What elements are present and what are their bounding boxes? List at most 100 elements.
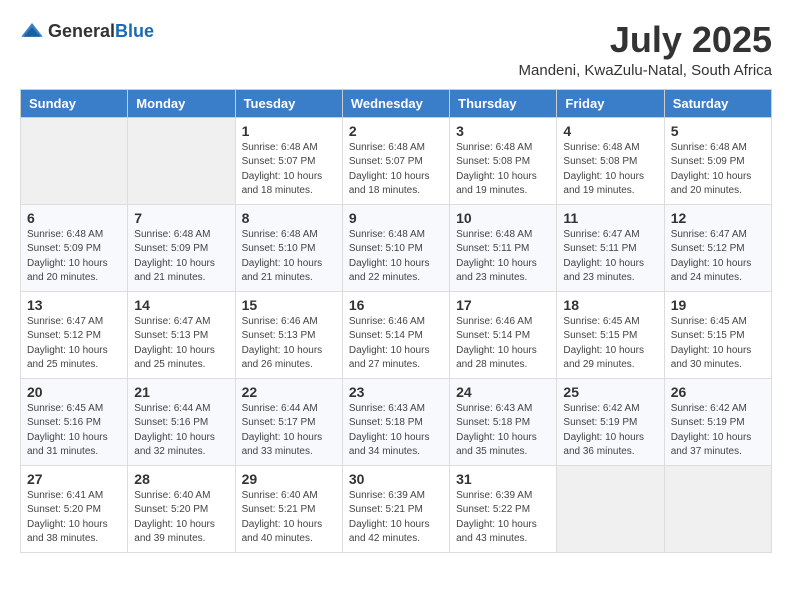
day-info: Sunrise: 6:46 AM Sunset: 5:14 PM Dayligh… — [349, 315, 443, 373]
weekday-header-cell: Wednesday — [342, 89, 449, 117]
day-number: 12 — [671, 210, 765, 226]
calendar-day-cell: 31 Sunrise: 6:39 AM Sunset: 5:22 PM Dayli… — [450, 465, 557, 552]
weekday-header-cell: Sunday — [21, 89, 128, 117]
page-header: GeneralBlue July 2025 Mandeni, KwaZulu-N… — [20, 20, 772, 79]
logo-text-blue: Blue — [115, 21, 154, 41]
calendar-table: SundayMondayTuesdayWednesdayThursdayFrid… — [20, 89, 772, 553]
day-number: 1 — [242, 123, 336, 139]
day-info: Sunrise: 6:42 AM Sunset: 5:19 PM Dayligh… — [671, 402, 765, 460]
calendar-week-row: 20 Sunrise: 6:45 AM Sunset: 5:16 PM Dayli… — [21, 378, 772, 465]
calendar-day-cell: 2Sunrise: 6:48 AM Sunset: 5:07 PM Daylig… — [342, 117, 449, 204]
weekday-header-cell: Friday — [557, 89, 664, 117]
day-number: 25 — [563, 384, 657, 400]
day-info: Sunrise: 6:45 AM Sunset: 5:15 PM Dayligh… — [563, 315, 657, 373]
calendar-week-row: 27 Sunrise: 6:41 AM Sunset: 5:20 PM Dayli… — [21, 465, 772, 552]
day-info: Sunrise: 6:43 AM Sunset: 5:18 PM Dayligh… — [349, 402, 443, 460]
day-info: Sunrise: 6:47 AM Sunset: 5:12 PM Dayligh… — [671, 228, 765, 286]
day-number: 16 — [349, 297, 443, 313]
day-info: Sunrise: 6:45 AM Sunset: 5:15 PM Dayligh… — [671, 315, 765, 373]
calendar-day-cell: 21 Sunrise: 6:44 AM Sunset: 5:16 PM Dayli… — [128, 378, 235, 465]
logo-text-general: General — [48, 21, 115, 41]
calendar-day-cell: 22 Sunrise: 6:44 AM Sunset: 5:17 PM Dayli… — [235, 378, 342, 465]
day-info: Sunrise: 6:47 AM Sunset: 5:11 PM Dayligh… — [563, 228, 657, 286]
calendar-day-cell: 29Sunrise: 6:40 AM Sunset: 5:21 PM Dayli… — [235, 465, 342, 552]
calendar-day-cell: 3 Sunrise: 6:48 AM Sunset: 5:08 PM Daylig… — [450, 117, 557, 204]
day-info: Sunrise: 6:48 AM Sunset: 5:10 PM Dayligh… — [349, 228, 443, 286]
calendar-day-cell: 7 Sunrise: 6:48 AM Sunset: 5:09 PM Daylig… — [128, 204, 235, 291]
day-number: 8 — [242, 210, 336, 226]
day-number: 17 — [456, 297, 550, 313]
day-info: Sunrise: 6:48 AM Sunset: 5:07 PM Dayligh… — [349, 141, 443, 199]
day-number: 10 — [456, 210, 550, 226]
location-title: Mandeni, KwaZulu-Natal, South Africa — [519, 62, 772, 79]
calendar-day-cell — [664, 465, 771, 552]
calendar-day-cell — [128, 117, 235, 204]
calendar-day-cell: 15 Sunrise: 6:46 AM Sunset: 5:13 PM Dayli… — [235, 291, 342, 378]
day-info: Sunrise: 6:39 AM Sunset: 5:22 PM Dayligh… — [456, 489, 550, 547]
day-number: 20 — [27, 384, 121, 400]
calendar-week-row: 1 Sunrise: 6:48 AM Sunset: 5:07 PM Daylig… — [21, 117, 772, 204]
day-number: 15 — [242, 297, 336, 313]
calendar-day-cell: 26 Sunrise: 6:42 AM Sunset: 5:19 PM Dayli… — [664, 378, 771, 465]
day-number: 21 — [134, 384, 228, 400]
day-info: Sunrise: 6:43 AM Sunset: 5:18 PM Dayligh… — [456, 402, 550, 460]
calendar-day-cell: 11 Sunrise: 6:47 AM Sunset: 5:11 PM Dayli… — [557, 204, 664, 291]
weekday-header-cell: Monday — [128, 89, 235, 117]
day-info: Sunrise: 6:46 AM Sunset: 5:14 PM Dayligh… — [456, 315, 550, 373]
day-info: Sunrise: 6:48 AM Sunset: 5:09 PM Dayligh… — [134, 228, 228, 286]
day-number: 6 — [27, 210, 121, 226]
day-info: Sunrise: 6:40 AM Sunset: 5:20 PM Dayligh… — [134, 489, 228, 547]
weekday-header-row: SundayMondayTuesdayWednesdayThursdayFrid… — [21, 89, 772, 117]
day-number: 4 — [563, 123, 657, 139]
day-number: 24 — [456, 384, 550, 400]
day-number: 5 — [671, 123, 765, 139]
day-info: Sunrise: 6:48 AM Sunset: 5:08 PM Dayligh… — [563, 141, 657, 199]
day-number: 18 — [563, 297, 657, 313]
day-info: Sunrise: 6:46 AM Sunset: 5:13 PM Dayligh… — [242, 315, 336, 373]
calendar-week-row: 6 Sunrise: 6:48 AM Sunset: 5:09 PM Daylig… — [21, 204, 772, 291]
day-number: 3 — [456, 123, 550, 139]
day-info: Sunrise: 6:48 AM Sunset: 5:08 PM Dayligh… — [456, 141, 550, 199]
day-number: 31 — [456, 471, 550, 487]
calendar-day-cell: 8 Sunrise: 6:48 AM Sunset: 5:10 PM Daylig… — [235, 204, 342, 291]
day-info: Sunrise: 6:42 AM Sunset: 5:19 PM Dayligh… — [563, 402, 657, 460]
calendar-day-cell: 9Sunrise: 6:48 AM Sunset: 5:10 PM Daylig… — [342, 204, 449, 291]
day-number: 28 — [134, 471, 228, 487]
calendar-day-cell: 5 Sunrise: 6:48 AM Sunset: 5:09 PM Daylig… — [664, 117, 771, 204]
day-info: Sunrise: 6:48 AM Sunset: 5:09 PM Dayligh… — [671, 141, 765, 199]
day-number: 22 — [242, 384, 336, 400]
day-number: 11 — [563, 210, 657, 226]
weekday-header-cell: Thursday — [450, 89, 557, 117]
day-info: Sunrise: 6:41 AM Sunset: 5:20 PM Dayligh… — [27, 489, 121, 547]
day-number: 30 — [349, 471, 443, 487]
day-info: Sunrise: 6:48 AM Sunset: 5:10 PM Dayligh… — [242, 228, 336, 286]
day-number: 14 — [134, 297, 228, 313]
calendar-day-cell: 1Sunrise: 6:48 AM Sunset: 5:07 PM Daylig… — [235, 117, 342, 204]
title-area: July 2025 Mandeni, KwaZulu-Natal, South … — [519, 20, 772, 79]
calendar-day-cell: 4 Sunrise: 6:48 AM Sunset: 5:08 PM Daylig… — [557, 117, 664, 204]
logo: GeneralBlue — [20, 20, 154, 44]
calendar-day-cell: 19 Sunrise: 6:45 AM Sunset: 5:15 PM Dayli… — [664, 291, 771, 378]
day-info: Sunrise: 6:44 AM Sunset: 5:16 PM Dayligh… — [134, 402, 228, 460]
day-number: 26 — [671, 384, 765, 400]
day-number: 23 — [349, 384, 443, 400]
calendar-week-row: 13Sunrise: 6:47 AM Sunset: 5:12 PM Dayli… — [21, 291, 772, 378]
day-info: Sunrise: 6:47 AM Sunset: 5:12 PM Dayligh… — [27, 315, 121, 373]
calendar-day-cell: 13Sunrise: 6:47 AM Sunset: 5:12 PM Dayli… — [21, 291, 128, 378]
day-info: Sunrise: 6:47 AM Sunset: 5:13 PM Dayligh… — [134, 315, 228, 373]
day-number: 7 — [134, 210, 228, 226]
day-number: 29 — [242, 471, 336, 487]
weekday-header-cell: Tuesday — [235, 89, 342, 117]
day-info: Sunrise: 6:39 AM Sunset: 5:21 PM Dayligh… — [349, 489, 443, 547]
calendar-day-cell — [21, 117, 128, 204]
weekday-header-cell: Saturday — [664, 89, 771, 117]
day-info: Sunrise: 6:44 AM Sunset: 5:17 PM Dayligh… — [242, 402, 336, 460]
day-info: Sunrise: 6:45 AM Sunset: 5:16 PM Dayligh… — [27, 402, 121, 460]
month-title: July 2025 — [519, 20, 772, 60]
logo-icon — [20, 20, 44, 44]
day-number: 27 — [27, 471, 121, 487]
day-number: 19 — [671, 297, 765, 313]
calendar-day-cell: 18 Sunrise: 6:45 AM Sunset: 5:15 PM Dayli… — [557, 291, 664, 378]
calendar-day-cell — [557, 465, 664, 552]
day-info: Sunrise: 6:48 AM Sunset: 5:09 PM Dayligh… — [27, 228, 121, 286]
